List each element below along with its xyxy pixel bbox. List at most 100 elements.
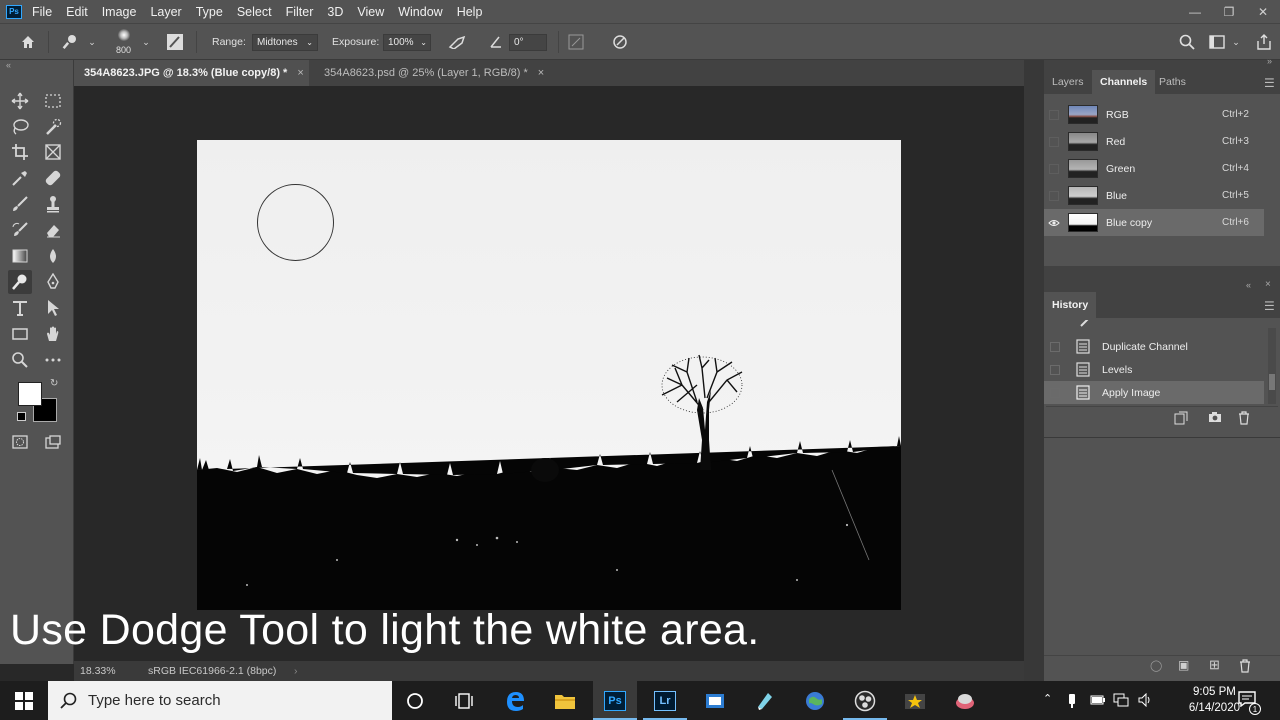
file-explorer-icon[interactable]	[551, 687, 579, 715]
camera-icon[interactable]	[1208, 411, 1224, 427]
taskbar-search-box[interactable]: Type here to search	[48, 681, 392, 720]
visibility-toggle[interactable]	[1044, 109, 1064, 120]
menu-filter[interactable]: Filter	[286, 5, 314, 19]
share-icon[interactable]	[1254, 32, 1274, 52]
trash-icon[interactable]	[1238, 411, 1254, 427]
usb-icon[interactable]	[1068, 693, 1076, 712]
visibility-toggle[interactable]	[1044, 136, 1064, 147]
tab-channels[interactable]: Channels	[1092, 70, 1156, 94]
hand-tool-icon[interactable]	[41, 322, 65, 346]
history-scrollbar[interactable]	[1268, 328, 1276, 404]
photoshop-taskbar-icon[interactable]: Ps	[601, 687, 629, 715]
close-icon[interactable]: ×	[297, 67, 303, 79]
default-colors-icon[interactable]	[17, 412, 26, 421]
pen-tool-icon[interactable]	[41, 270, 65, 294]
menu-file[interactable]: File	[32, 5, 52, 19]
new-document-from-state-icon[interactable]	[1174, 411, 1190, 427]
app-icon-11[interactable]	[901, 687, 929, 715]
menu-window[interactable]: Window	[398, 5, 442, 19]
lasso-tool-icon[interactable]	[8, 115, 32, 139]
app-icon-9[interactable]	[801, 687, 829, 715]
close-icon[interactable]: ×	[1265, 279, 1271, 290]
screen-mode-icon[interactable]	[41, 430, 65, 454]
close-icon[interactable]: ✕	[1246, 0, 1280, 23]
menu-help[interactable]: Help	[457, 5, 483, 19]
mask-icon[interactable]: ◯	[1150, 659, 1162, 672]
quick-mask-icon[interactable]	[8, 430, 32, 454]
document-tab-inactive[interactable]: 354A8623.psd @ 25% (Layer 1, RGB/8) * ×	[314, 60, 554, 86]
dodge-tool-preset-icon[interactable]	[60, 32, 80, 52]
chevron-down-icon[interactable]: ⌄	[136, 32, 156, 52]
exposure-field[interactable]: 100% ⌄	[383, 34, 431, 51]
zoom-level[interactable]: 18.33%	[80, 665, 116, 677]
marquee-tool-icon[interactable]	[41, 89, 65, 113]
channel-row-blue[interactable]: Blue Ctrl+5	[1044, 182, 1264, 209]
brush-tool-icon[interactable]	[8, 192, 32, 216]
tab-history[interactable]: History	[1044, 292, 1097, 318]
channel-row-rgb[interactable]: RGB Ctrl+2	[1044, 101, 1264, 128]
app-icon-8[interactable]	[751, 687, 779, 715]
blur-tool-icon[interactable]	[41, 244, 65, 268]
swap-colors-icon[interactable]: ↻	[50, 378, 58, 389]
clone-stamp-tool-icon[interactable]	[41, 192, 65, 216]
lightroom-taskbar-icon[interactable]: Lr	[651, 687, 679, 715]
chevron-up-icon[interactable]: ⌃	[1043, 692, 1052, 705]
channel-row-green[interactable]: Green Ctrl+4	[1044, 155, 1264, 182]
app-icon-12[interactable]	[951, 687, 979, 715]
quick-selection-tool-icon[interactable]	[41, 115, 65, 139]
battery-icon[interactable]	[1090, 694, 1106, 709]
type-tool-icon[interactable]	[8, 296, 32, 320]
menu-edit[interactable]: Edit	[66, 5, 88, 19]
chevron-down-icon[interactable]: ⌄	[1226, 32, 1246, 52]
brush-settings-icon[interactable]	[165, 32, 185, 52]
collapse-icon[interactable]: «	[6, 60, 11, 70]
more-tools-icon[interactable]	[41, 348, 65, 372]
rectangle-tool-icon[interactable]	[8, 322, 32, 346]
home-icon[interactable]	[18, 32, 38, 52]
healing-brush-tool-icon[interactable]	[41, 166, 65, 190]
snapshot-checkbox[interactable]	[1050, 387, 1060, 398]
move-tool-icon[interactable]	[8, 89, 32, 113]
eyedropper-tool-icon[interactable]	[8, 166, 32, 190]
crop-tool-icon[interactable]	[8, 140, 32, 164]
visibility-toggle[interactable]	[1044, 163, 1064, 174]
gradient-tool-icon[interactable]	[8, 244, 32, 268]
volume-icon[interactable]	[1138, 692, 1154, 710]
task-view-icon[interactable]	[450, 687, 478, 715]
range-select[interactable]: Midtones ⌄	[252, 34, 318, 51]
edge-icon[interactable]	[501, 687, 529, 715]
panel-menu-icon[interactable]: ☰	[1264, 299, 1275, 313]
collapse-icon[interactable]: «	[1246, 280, 1251, 290]
visibility-toggle[interactable]	[1044, 190, 1064, 201]
menu-select[interactable]: Select	[237, 5, 272, 19]
new-channel-icon[interactable]: ⊞	[1209, 657, 1220, 673]
brush-preview-icon[interactable]	[114, 29, 134, 43]
menu-view[interactable]: View	[357, 5, 384, 19]
angle-field[interactable]: 0°	[509, 34, 547, 51]
tab-paths[interactable]: Paths	[1151, 70, 1194, 94]
eye-icon[interactable]	[1044, 219, 1064, 227]
search-icon[interactable]	[1177, 32, 1197, 52]
minimize-icon[interactable]: —	[1178, 0, 1212, 23]
dodge-tool-icon[interactable]	[8, 270, 32, 294]
snapshot-checkbox[interactable]	[1050, 341, 1060, 352]
history-row-partial[interactable]	[1044, 320, 1264, 330]
network-icon[interactable]	[1113, 693, 1129, 710]
workspace-icon[interactable]	[1207, 32, 1227, 52]
history-row[interactable]: Levels	[1044, 358, 1264, 381]
panel-menu-icon[interactable]: ☰	[1264, 76, 1275, 90]
cortana-icon[interactable]	[401, 687, 429, 715]
restore-icon[interactable]: ❐	[1212, 0, 1246, 23]
history-row-selected[interactable]: Apply Image	[1044, 381, 1264, 404]
frame-tool-icon[interactable]	[41, 140, 65, 164]
collapse-panels-icon[interactable]: »	[1267, 56, 1272, 66]
tab-layers[interactable]: Layers	[1044, 70, 1092, 94]
document-tab-active[interactable]: 354A8623.JPG @ 18.3% (Blue copy/8) * ×	[74, 60, 309, 86]
channel-row-red[interactable]: Red Ctrl+3	[1044, 128, 1264, 155]
app-icon-7[interactable]	[701, 687, 729, 715]
snapshot-checkbox[interactable]	[1050, 364, 1060, 375]
menu-type[interactable]: Type	[196, 5, 223, 19]
system-clock[interactable]: 9:05 PM 6/14/2020	[1189, 684, 1240, 716]
obs-icon[interactable]	[851, 687, 879, 715]
close-icon[interactable]: ×	[538, 67, 544, 79]
